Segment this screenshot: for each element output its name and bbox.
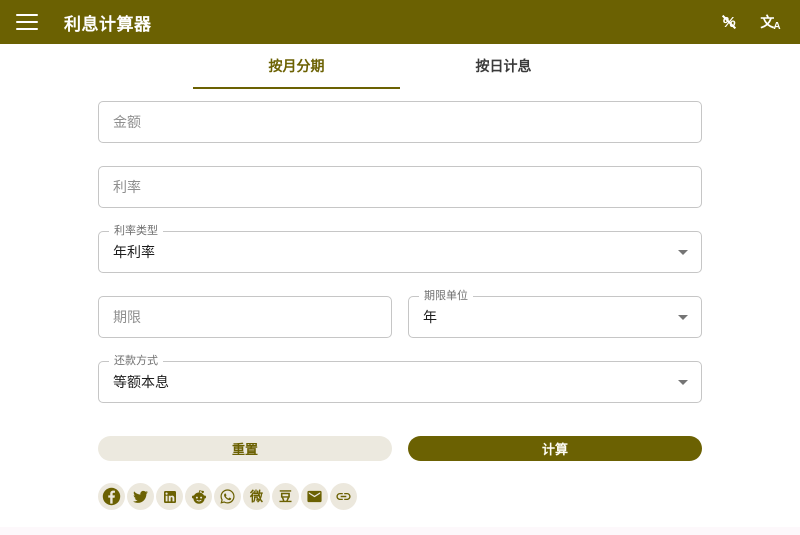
link-icon[interactable]	[330, 483, 357, 510]
term-unit-value: 年	[423, 307, 437, 327]
repayment-method-label: 还款方式	[109, 355, 163, 367]
action-buttons: 重置 计算	[98, 436, 702, 461]
term-unit-select[interactable]: 期限单位 年	[408, 296, 702, 338]
term-unit-label: 期限单位	[419, 290, 473, 302]
calculate-button[interactable]: 计算	[408, 436, 702, 461]
reset-button[interactable]: 重置	[98, 436, 392, 461]
app-bar: 利息计算器 % 文 A	[0, 0, 800, 44]
appbar-actions: % 文 A	[716, 9, 784, 35]
reddit-icon[interactable]	[185, 483, 212, 510]
rate-input[interactable]	[98, 166, 702, 208]
tab-daily-interest[interactable]: 按日计息	[400, 44, 607, 89]
menu-icon[interactable]	[16, 14, 38, 30]
term-row: 期限单位 年	[98, 296, 702, 361]
douban-icon[interactable]: 豆	[272, 483, 299, 510]
chevron-down-icon	[678, 380, 688, 385]
repayment-method-value: 等额本息	[113, 372, 169, 392]
calculator-form: 利率类型 年利率 期限单位 年 还款方式 等额本息 重置 计算	[98, 101, 702, 510]
whatsapp-icon[interactable]	[214, 483, 241, 510]
facebook-icon[interactable]	[98, 483, 125, 510]
chevron-down-icon	[678, 250, 688, 255]
tab-monthly-installment[interactable]: 按月分期	[193, 44, 400, 89]
social-share-row: 微 豆	[98, 483, 702, 510]
chevron-down-icon	[678, 315, 688, 320]
term-input[interactable]	[98, 296, 392, 338]
percent-off-icon[interactable]: %	[716, 9, 742, 35]
linkedin-icon[interactable]	[156, 483, 183, 510]
email-icon[interactable]	[301, 483, 328, 510]
rate-type-select[interactable]: 利率类型 年利率	[98, 231, 702, 273]
bottom-strip	[0, 527, 800, 535]
amount-input[interactable]	[98, 101, 702, 143]
repayment-method-select[interactable]: 还款方式 等额本息	[98, 361, 702, 403]
weibo-icon[interactable]: 微	[243, 483, 270, 510]
rate-type-value: 年利率	[113, 242, 155, 262]
tab-bar: 按月分期 按日计息	[0, 44, 800, 89]
translate-icon[interactable]: 文 A	[758, 9, 784, 35]
rate-type-label: 利率类型	[109, 225, 163, 237]
twitter-icon[interactable]	[127, 483, 154, 510]
page-title: 利息计算器	[64, 10, 152, 35]
